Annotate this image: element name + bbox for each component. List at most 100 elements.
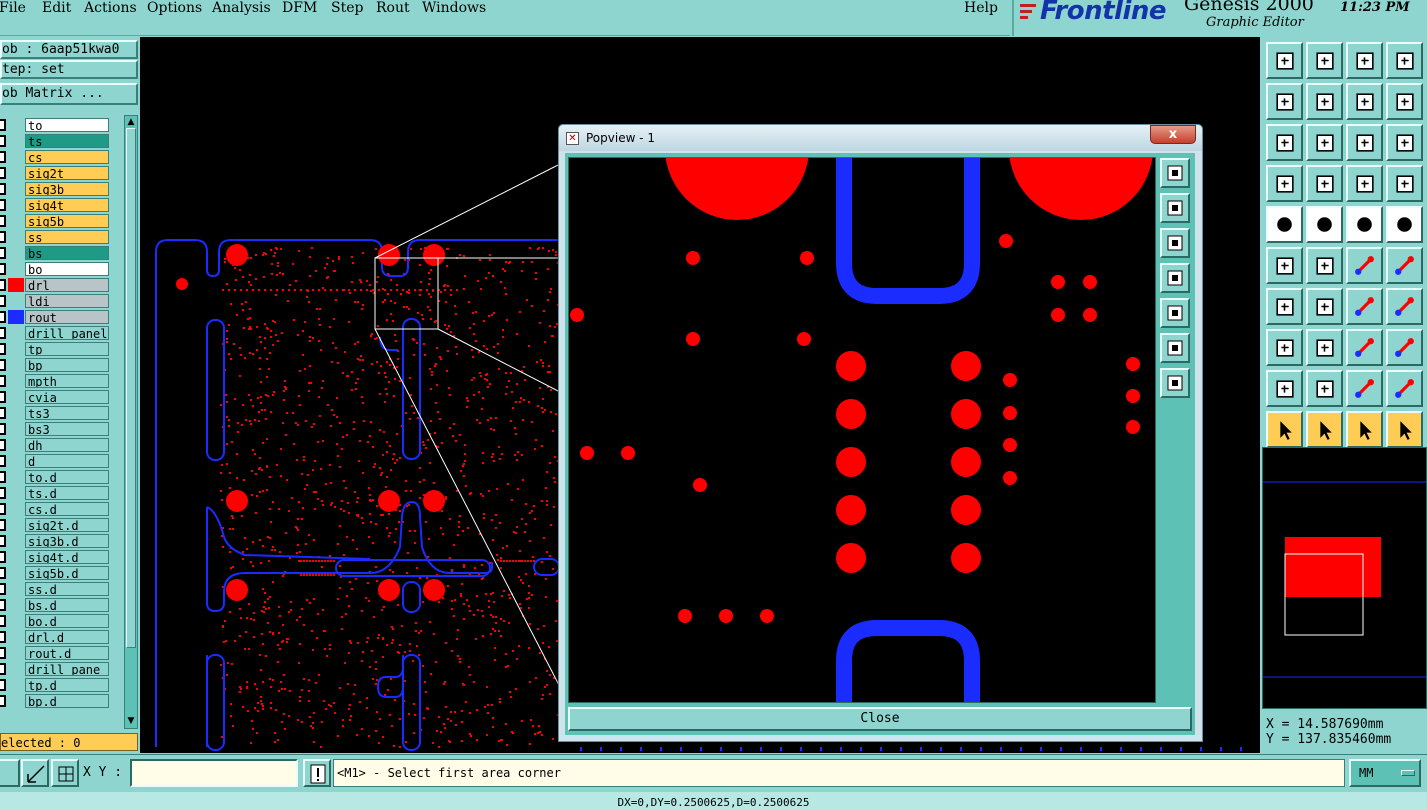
layer-color-swatch[interactable]	[8, 486, 24, 500]
layer-checkbox[interactable]	[0, 135, 6, 147]
layer-name[interactable]: sig3b.d	[25, 534, 109, 548]
layer-name[interactable]: ldi	[25, 294, 109, 308]
scroll-thumb[interactable]	[126, 128, 136, 648]
layer-color-swatch[interactable]	[8, 198, 24, 212]
draw-line-icon[interactable]	[1306, 288, 1343, 325]
layer-name[interactable]: ts.d	[25, 486, 109, 500]
layer-color-swatch[interactable]	[8, 294, 24, 308]
layer-name[interactable]: bs.d	[25, 598, 109, 612]
layer-checkbox[interactable]	[0, 695, 6, 707]
layer-checkbox[interactable]	[0, 295, 6, 307]
units-dropdown-icon[interactable]	[1401, 770, 1415, 776]
layer-row[interactable]: to	[0, 117, 124, 133]
menu-help[interactable]: Help	[964, 0, 998, 16]
poly-pair-icon[interactable]	[1346, 370, 1383, 407]
zoom-out-icon[interactable]	[1306, 124, 1343, 161]
menu-actions[interactable]: Actions	[84, 0, 137, 16]
layer-color-swatch[interactable]	[8, 358, 24, 372]
layer-name[interactable]: drill_pane	[25, 662, 109, 676]
layer-checkbox[interactable]	[0, 663, 6, 675]
layer-row[interactable]: ss.d	[0, 581, 124, 597]
layer-checkbox[interactable]	[0, 359, 6, 371]
layer-name[interactable]: sig2t	[25, 166, 109, 180]
select-circle-icon[interactable]	[1346, 411, 1383, 448]
resize-icon[interactable]	[1346, 329, 1383, 366]
layer-checkbox[interactable]	[0, 679, 6, 691]
layer-name[interactable]: sig3b	[25, 182, 109, 196]
layer-name[interactable]: drl.d	[25, 630, 109, 644]
layer-name[interactable]: mpth	[25, 374, 109, 388]
layer-color-swatch[interactable]	[8, 598, 24, 612]
layer-row[interactable]: ts3	[0, 405, 124, 421]
layer-checkbox[interactable]	[0, 375, 6, 387]
zoom-up-icon[interactable]	[1160, 193, 1190, 223]
layer-name[interactable]: tp	[25, 342, 109, 356]
layer-color-swatch[interactable]	[8, 374, 24, 388]
layer-checkbox[interactable]	[0, 551, 6, 563]
pan-left-icon[interactable]	[1160, 263, 1190, 293]
poly-red-icon[interactable]	[1386, 370, 1423, 407]
net-select-icon[interactable]	[1346, 165, 1383, 202]
layer-row[interactable]: ss	[0, 229, 124, 245]
overview-panel[interactable]	[1262, 447, 1427, 709]
layer-row[interactable]: bo.d	[0, 613, 124, 629]
layer-name[interactable]: tp.d	[25, 678, 109, 692]
arc-icon[interactable]	[1346, 288, 1383, 325]
layer-name[interactable]: ss.d	[25, 582, 109, 596]
layer-row[interactable]: bs.d	[0, 597, 124, 613]
layer-checkbox[interactable]	[0, 247, 6, 259]
units-select[interactable]: MM	[1349, 759, 1421, 787]
layer-color-swatch[interactable]	[8, 230, 24, 244]
probe-icon[interactable]	[1306, 165, 1343, 202]
zoom-layers-icon[interactable]	[1160, 158, 1190, 188]
select-pad-icon[interactable]	[1266, 329, 1303, 366]
layer-color-swatch[interactable]	[8, 390, 24, 404]
layer-color-swatch[interactable]	[8, 470, 24, 484]
layer-color-swatch[interactable]	[8, 134, 24, 148]
layer-color-swatch[interactable]	[8, 310, 24, 324]
xy-input[interactable]	[130, 759, 298, 787]
add-pad-icon[interactable]	[1266, 206, 1303, 243]
menu-options[interactable]: Options	[147, 0, 202, 16]
zoom-window-icon[interactable]	[1386, 42, 1423, 79]
layer-name[interactable]: ts	[25, 134, 109, 148]
layer-name[interactable]: drill_panel	[25, 326, 109, 340]
pan-left-icon[interactable]	[1266, 83, 1303, 120]
zoom-home-icon[interactable]	[1160, 368, 1190, 398]
layer-checkbox[interactable]	[0, 631, 6, 643]
layer-row[interactable]: drl	[0, 277, 124, 293]
layer-name[interactable]: bs3	[25, 422, 109, 436]
move-red-icon[interactable]	[1386, 247, 1423, 284]
layer-checkbox[interactable]	[0, 615, 6, 627]
layer-row[interactable]: d	[0, 453, 124, 469]
copy-icon[interactable]	[1386, 329, 1423, 366]
menu-edit[interactable]: Edit	[42, 0, 71, 16]
layer-color-swatch[interactable]	[8, 422, 24, 436]
layer-color-swatch[interactable]	[8, 662, 24, 676]
layer-row[interactable]: sig5b.d	[0, 565, 124, 581]
popview-close-button[interactable]: Close	[568, 707, 1192, 731]
tools-icon[interactable]	[1266, 165, 1303, 202]
move-point-icon[interactable]	[1346, 247, 1383, 284]
layer-color-swatch[interactable]	[8, 406, 24, 420]
layer-name[interactable]: cvia	[25, 390, 109, 404]
layer-name[interactable]: sig2t.d	[25, 518, 109, 532]
layer-name[interactable]: cs.d	[25, 502, 109, 516]
line-angle-icon[interactable]	[1266, 288, 1303, 325]
redo-zoom-icon[interactable]	[1386, 83, 1423, 120]
layer-name[interactable]: sig4t.d	[25, 550, 109, 564]
layer-checkbox[interactable]	[0, 599, 6, 611]
layer-row[interactable]: ts	[0, 133, 124, 149]
zoom-fit-icon[interactable]	[1160, 333, 1190, 363]
layer-row[interactable]: drl.d	[0, 629, 124, 645]
menu-analysis[interactable]: Analysis	[212, 0, 271, 16]
job-matrix-button[interactable]: ob Matrix ...	[0, 83, 138, 105]
layer-row[interactable]: sig5b	[0, 213, 124, 229]
layer-color-swatch[interactable]	[8, 150, 24, 164]
layer-row[interactable]: sig2t.d	[0, 517, 124, 533]
measure-icon[interactable]	[21, 759, 49, 787]
layer-checkbox[interactable]	[0, 455, 6, 467]
popview-titlebar[interactable]: ✕ Popview - 1 x	[559, 125, 1202, 151]
layer-color-swatch[interactable]	[8, 566, 24, 580]
layer-name[interactable]: sig5b	[25, 214, 109, 228]
